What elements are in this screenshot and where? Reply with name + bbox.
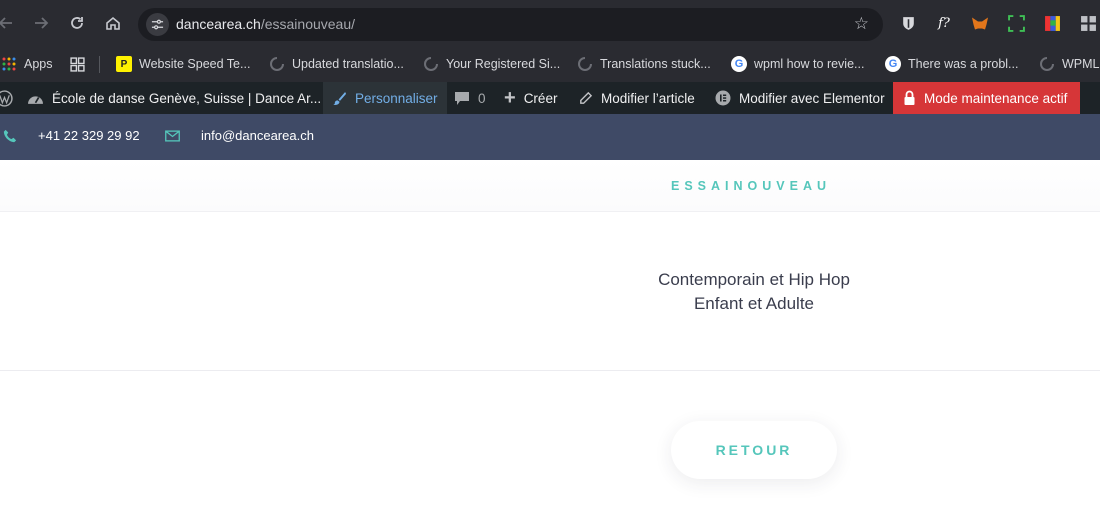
wp-comments[interactable]: 0 [454,82,486,114]
page-title: ESSAINOUVEAU [671,179,832,193]
font-extension-icon[interactable]: f? [934,13,954,33]
email-address: info@dancearea.ch [201,128,314,143]
browser-chrome: dancearea.ch/essainouveau/ ☆ f? Apps P W… [0,0,1100,82]
back-button[interactable] [0,11,18,35]
home-button[interactable] [101,11,125,35]
comments-count: 0 [478,90,486,106]
google-icon: G [731,56,747,72]
envelope-icon [165,129,180,142]
forward-button[interactable] [29,11,53,35]
loading-spinner-icon [1039,56,1055,72]
bookmark-website-speed[interactable]: P Website Speed Te... [116,55,250,73]
new-label: Créer [523,90,558,106]
wp-maintenance-mode[interactable]: Mode maintenance actif [893,82,1080,114]
google-icon: G [885,56,901,72]
metamask-extension-icon[interactable] [970,13,990,33]
bookmark-translations-stuck[interactable]: Translations stuck... [577,55,711,73]
lock-icon [903,90,916,106]
wp-admin-bar: École de danse Genève, Suisse | Dance Ar… [0,82,1100,114]
reload-icon [71,17,83,29]
wp-edit-elementor[interactable]: Modifier avec Elementor [715,82,885,114]
phone-contact[interactable]: +41 22 329 29 92 [3,128,140,143]
wordpress-icon [0,89,13,107]
pingdom-icon: P [116,56,132,72]
bookmark-label: Translations stuck... [600,57,711,71]
bookmark-there-was-a-problem[interactable]: G There was a probl... [885,55,1018,73]
bookmark-wpml-review[interactable]: G wpml how to revie... [731,55,864,73]
subtitle-line: Contemporain et Hip Hop [658,270,850,289]
bookmark-label: There was a probl... [908,57,1019,71]
bookmark-star-icon[interactable]: ☆ [854,14,869,34]
edit-post-label: Modifier l’article [601,90,695,106]
back-button-retour[interactable]: RETOUR [671,421,837,479]
wp-edit-post[interactable]: Modifier l’article [578,82,695,114]
screenshot-extension-icon[interactable] [1006,13,1026,33]
bitwarden-extension-icon[interactable] [898,13,918,33]
arrow-right-icon [35,17,49,29]
bookmark-label: WPML [1062,57,1100,71]
comment-bubble-icon [454,91,470,106]
phone-icon [3,129,17,143]
address-bar[interactable]: dancearea.ch/essainouveau/ ☆ [138,8,883,41]
page-subtitle: Contemporain et Hip Hop Enfant et Adulte [600,268,908,316]
loading-spinner-icon [577,56,593,72]
bookmark-label: Website Speed Te... [139,57,251,71]
wp-new-content[interactable]: + Créer [504,82,557,114]
maintenance-label: Mode maintenance actif [924,90,1068,106]
colorful-extension-icon[interactable] [1042,13,1062,33]
loading-spinner-icon [269,56,285,72]
bookmark-label: Updated translatio... [292,57,404,71]
all-bookmarks-icon [69,56,85,72]
bookmark-apps[interactable]: Apps [1,55,53,73]
bookmark-updated-translations[interactable]: Updated translatio... [269,55,404,73]
reload-button[interactable] [65,11,89,35]
grid-extension-icon[interactable] [1078,13,1098,33]
bookmark-wpml[interactable]: WPML [1039,55,1100,73]
site-settings-icon[interactable] [146,13,169,36]
site-name-label: École de danse Genève, Suisse | Dance Ar… [52,90,322,106]
arrow-left-icon [0,17,12,29]
paintbrush-icon [332,91,347,106]
site-topbar: +41 22 329 29 92 info@dancearea.ch [0,114,1100,160]
home-icon [106,16,120,30]
url-path: /essainouveau/ [260,16,356,32]
dashboard-gauge-icon [27,91,44,106]
bookmark-registered-sites[interactable]: Your Registered Si... [423,55,560,73]
url-text[interactable]: dancearea.ch/essainouveau/ [176,16,355,32]
wp-customize[interactable]: Personnaliser [323,82,447,114]
bookmark-label: Your Registered Si... [446,57,561,71]
apps-grid-icon [1,56,17,72]
plus-icon: + [504,86,516,109]
wp-logo-menu[interactable] [0,82,22,114]
email-contact[interactable]: info@dancearea.ch [165,128,314,143]
wp-site-name[interactable]: École de danse Genève, Suisse | Dance Ar… [27,82,321,114]
page-header-band [0,160,1100,212]
bookmark-label: Apps [24,57,53,71]
bookmark-all-bookmarks[interactable] [69,55,92,73]
subtitle-line: Enfant et Adulte [693,294,815,313]
loading-spinner-icon [423,56,439,72]
section-divider [0,370,1100,371]
elementor-icon [715,90,731,106]
customize-label: Personnaliser [355,90,438,106]
bookmark-label: wpml how to revie... [754,57,865,71]
bookmarks-separator [99,56,100,73]
url-host: dancearea.ch [176,16,261,32]
bookmarks-bar: Apps P Website Speed Te... Updated trans… [0,47,1100,82]
pencil-icon [578,91,593,106]
address-row: dancearea.ch/essainouveau/ ☆ f? [0,0,1100,47]
edit-elementor-label: Modifier avec Elementor [739,90,885,106]
phone-number: +41 22 329 29 92 [38,128,140,143]
